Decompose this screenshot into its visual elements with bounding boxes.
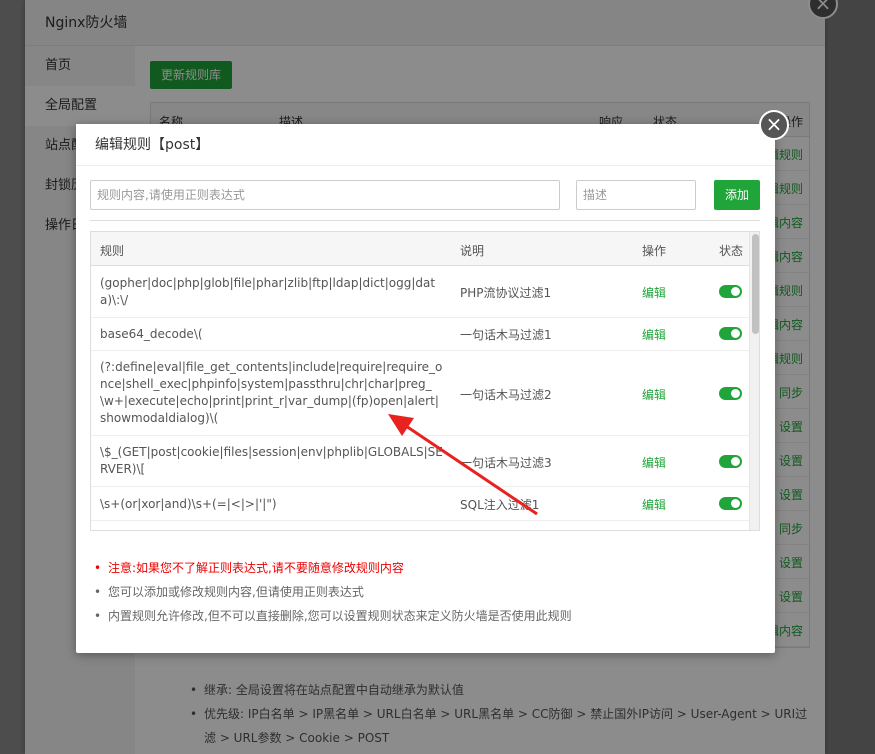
annotation-arrow-icon	[388, 414, 538, 516]
